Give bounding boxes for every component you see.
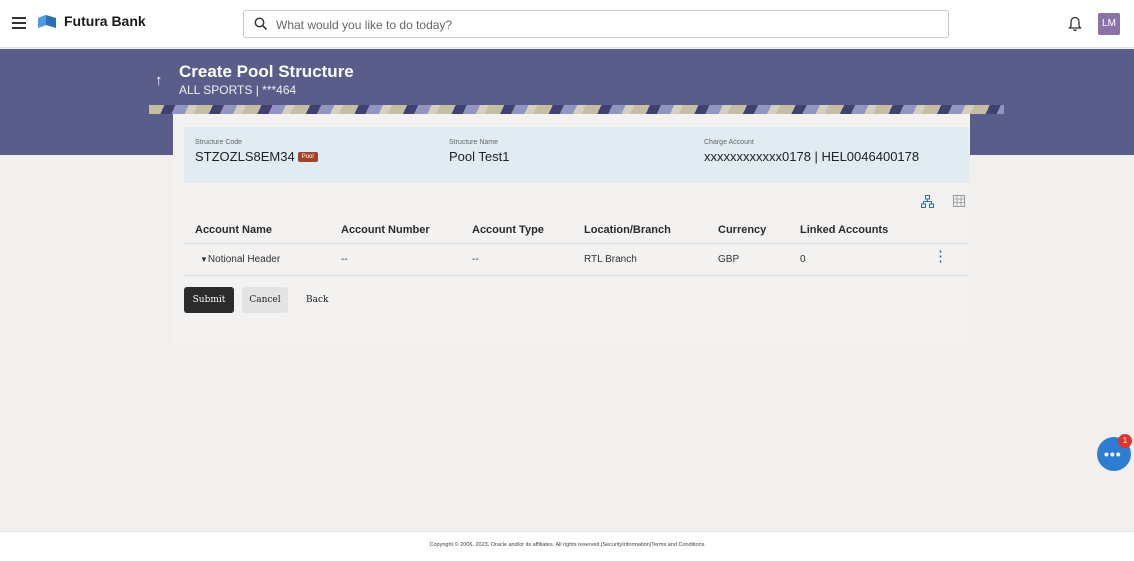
account-name-text: Notional Header <box>207 254 281 265</box>
column-header-account-name: Account Name <box>195 224 273 236</box>
page-subtitle: ALL SPORTS | ***464 <box>179 83 297 97</box>
charge-account-label: Charge Account <box>704 139 754 146</box>
brand-name[interactable]: Futura Bank <box>64 13 146 29</box>
table-row-divider <box>184 275 969 276</box>
submit-button[interactable]: Submit <box>184 287 234 313</box>
charge-account-value: xxxxxxxxxxxx0178 | HEL0046400178 <box>704 149 920 164</box>
caret-down-icon[interactable]: ▼ <box>200 255 208 264</box>
top-bar: Futura Bank LM <box>0 0 1134 48</box>
pool-badge: Pool <box>297 151 318 162</box>
row-actions-kebab-icon[interactable]: ⋮ <box>933 249 948 264</box>
structure-name-value: Pool Test1 <box>449 149 510 164</box>
structure-name-label: Structure Name <box>449 139 499 146</box>
table-row-account-number: -- <box>341 254 348 265</box>
hamburger-menu-icon[interactable] <box>12 17 26 29</box>
column-header-currency: Currency <box>718 224 767 236</box>
banner-decoration <box>149 105 1004 114</box>
chat-bubble-icon: ••• <box>1104 446 1122 462</box>
search-input[interactable] <box>274 14 938 36</box>
table-row-account-type: -- <box>472 254 479 265</box>
notification-bell-icon[interactable] <box>1068 16 1082 32</box>
footer-copyright: Copyright © 2006, 2023, Oracle and/or it… <box>429 542 705 548</box>
table-header-divider <box>184 243 969 244</box>
structure-info-panel: Structure Code STZOZLS8EM34 Pool Structur… <box>184 127 969 183</box>
bank-logo-icon <box>38 15 56 28</box>
user-avatar[interactable]: LM <box>1098 13 1120 35</box>
cancel-button[interactable]: Cancel <box>242 287 288 313</box>
column-header-account-number: Account Number <box>341 224 430 236</box>
table-row-currency: GBP <box>718 254 740 265</box>
search-icon <box>254 17 268 31</box>
tree-view-icon[interactable] <box>921 195 934 208</box>
table-row-linked-accounts: 0 <box>800 254 806 265</box>
column-header-account-type: Account Type <box>472 224 544 236</box>
structure-code-label: Structure Code <box>195 139 243 146</box>
table-view-icon[interactable] <box>953 195 965 207</box>
column-header-linked-accounts: Linked Accounts <box>800 224 889 236</box>
column-header-location: Location/Branch <box>584 224 671 236</box>
search-bar[interactable] <box>243 10 949 38</box>
footer: Copyright © 2006, 2023, Oracle and/or it… <box>0 531 1134 561</box>
back-arrow-icon[interactable]: ↑ <box>155 72 163 89</box>
back-button[interactable]: Back <box>300 287 334 313</box>
table-row-location: RTL Branch <box>584 254 637 265</box>
structure-code-text: STZOZLS8EM34 <box>195 149 295 164</box>
structure-code-value: STZOZLS8EM34 Pool <box>195 149 318 164</box>
chat-notification-badge: 1 <box>1118 434 1132 448</box>
table-row-account-name[interactable]: ▼Notional Header <box>200 254 280 265</box>
page-title: Create Pool Structure <box>179 62 354 81</box>
